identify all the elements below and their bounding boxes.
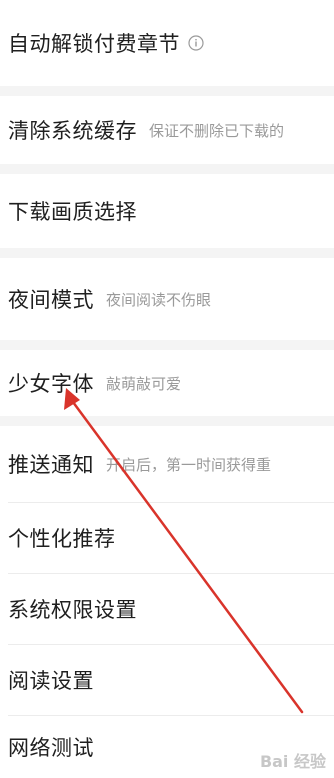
setting-label: 下载画质选择 — [8, 200, 137, 224]
setting-label: 个性化推荐 — [8, 527, 116, 551]
section-gap — [0, 416, 334, 426]
section-gap — [0, 248, 334, 258]
setting-clear-cache[interactable]: 清除系统缓存 保证不删除已下载的 — [0, 96, 334, 164]
setting-label: 阅读设置 — [8, 669, 94, 693]
watermark-logo: Bai 经验 — [259, 752, 326, 771]
setting-download-quality[interactable]: 下载画质选择 — [0, 174, 334, 248]
section-gap — [0, 340, 334, 350]
setting-system-permissions[interactable]: 系统权限设置 — [0, 574, 334, 644]
setting-desc: 保证不删除已下载的 — [149, 121, 285, 140]
setting-reading[interactable]: 阅读设置 — [0, 645, 334, 715]
info-icon[interactable] — [188, 35, 204, 51]
setting-label: 清除系统缓存 — [8, 119, 137, 143]
setting-label: 少女字体 — [8, 372, 94, 396]
settings-page: 自动解锁付费章节 清除系统缓存 保证不删除已下载的 下载画质选择 夜间模式 夜间… — [0, 0, 334, 778]
section-gap — [0, 164, 334, 174]
setting-desc: 敲萌敲可爱 — [106, 374, 182, 393]
setting-desc: 开启后，第一时间获得重 — [106, 455, 272, 474]
setting-label: 系统权限设置 — [8, 598, 137, 622]
setting-auto-unlock[interactable]: 自动解锁付费章节 — [0, 0, 334, 86]
section-gap — [0, 86, 334, 96]
setting-label: 夜间模式 — [8, 288, 94, 312]
setting-label: 网络测试 — [8, 736, 94, 760]
setting-desc: 夜间阅读不伤眼 — [106, 290, 212, 309]
setting-push-notification[interactable]: 推送通知 开启后，第一时间获得重 — [0, 426, 334, 502]
setting-personalized-recommend[interactable]: 个性化推荐 — [0, 503, 334, 573]
setting-label: 推送通知 — [8, 453, 94, 477]
setting-night-mode[interactable]: 夜间模式 夜间阅读不伤眼 — [0, 258, 334, 340]
setting-girl-font[interactable]: 少女字体 敲萌敲可爱 — [0, 350, 334, 416]
setting-label: 自动解锁付费章节 — [8, 32, 180, 56]
